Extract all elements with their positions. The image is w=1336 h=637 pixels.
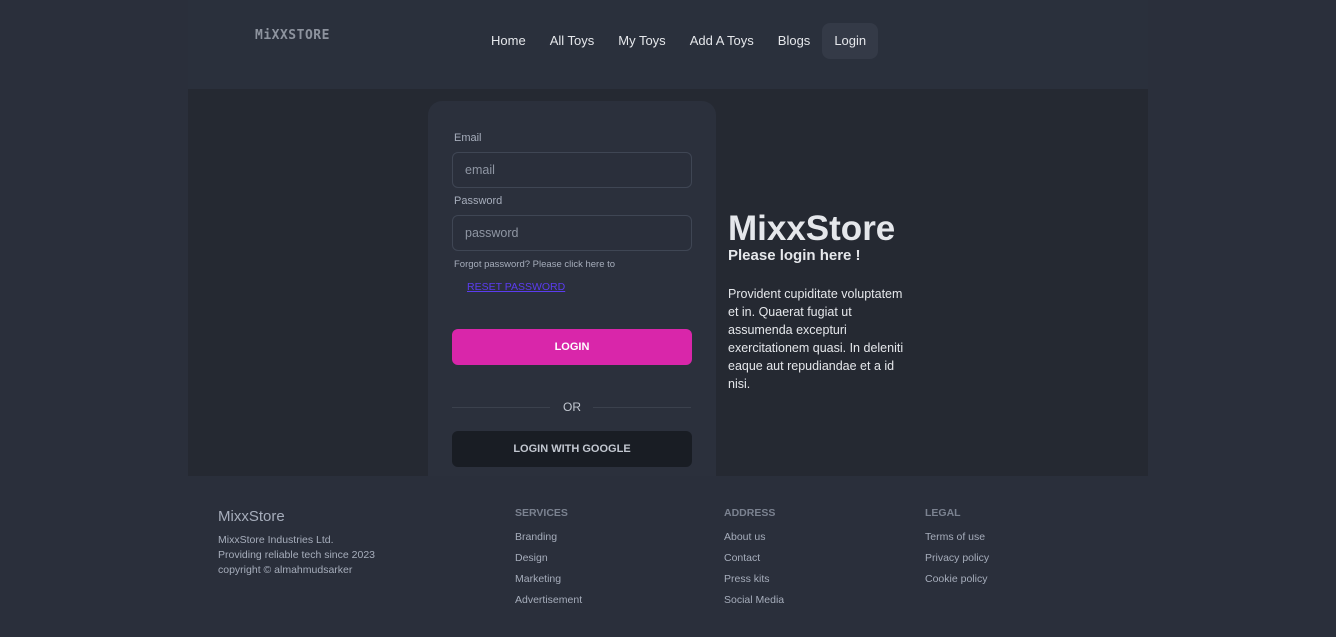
nav-item-login[interactable]: Login (822, 23, 879, 59)
footer-column-title: LEGAL (925, 507, 961, 519)
footer-column-legal: LEGAL Terms of use Privacy policy Cookie… (925, 507, 989, 594)
footer-link-press-kits[interactable]: Press kits (724, 573, 784, 594)
hero-title: MixxStore (728, 209, 896, 248)
footer-link-cookie[interactable]: Cookie policy (925, 573, 989, 594)
hero-section: Email Password Forgot password? Please c… (188, 89, 1148, 476)
footer-link-terms[interactable]: Terms of use (925, 531, 989, 552)
login-button[interactable]: LOGIN (452, 329, 692, 365)
hero-description: Provident cupiditate voluptatem et in. Q… (728, 287, 904, 391)
footer-copyright: copyright © almahmudsarker (218, 564, 353, 576)
site-logo[interactable]: MiXXSTORE (255, 28, 330, 44)
footer-column-address: ADDRESS About us Contact Press kits Soci… (724, 507, 784, 615)
password-input[interactable] (452, 215, 692, 251)
footer-link-privacy[interactable]: Privacy policy (925, 552, 989, 573)
footer-brand-line: Providing reliable tech since 2023 (218, 549, 376, 561)
footer-link-design[interactable]: Design (515, 552, 582, 573)
or-divider-text: OR (563, 400, 581, 414)
footer-link-marketing[interactable]: Marketing (515, 573, 582, 594)
nav-item-add-toys[interactable]: Add A Toys (678, 23, 766, 59)
nav-item-blogs[interactable]: Blogs (766, 23, 823, 59)
divider-right (593, 407, 691, 408)
footer-column-title: SERVICES (515, 507, 568, 519)
navbar: MiXXSTORE Home All Toys My Toys Add A To… (188, 0, 1148, 89)
nav-item-my-toys[interactable]: My Toys (606, 23, 677, 59)
footer-brand: MixxStore (218, 508, 285, 525)
divider-left (452, 407, 550, 408)
reset-password-link[interactable]: RESET PASSWORD (467, 281, 565, 293)
google-login-button[interactable]: LOGIN WITH GOOGLE (452, 431, 692, 467)
footer-column-title: ADDRESS (724, 507, 776, 519)
login-card: Email Password Forgot password? Please c… (428, 101, 716, 476)
nav-item-home[interactable]: Home (479, 23, 538, 59)
footer-link-advertisement[interactable]: Advertisement (515, 594, 582, 615)
footer-link-about-us[interactable]: About us (724, 531, 784, 552)
footer: MixxStore MixxStore Industries Ltd. Prov… (188, 476, 1148, 637)
forgot-password-text: Forgot password? Please click here to (454, 259, 616, 270)
footer-link-contact[interactable]: Contact (724, 552, 784, 573)
footer-brand-line: MixxStore Industries Ltd. (218, 534, 334, 546)
email-input[interactable] (452, 152, 692, 188)
footer-link-branding[interactable]: Branding (515, 531, 582, 552)
password-label: Password (454, 195, 503, 207)
footer-link-social-media[interactable]: Social Media (724, 594, 784, 615)
footer-column-services: SERVICES Branding Design Marketing Adver… (515, 507, 582, 615)
nav-item-all-toys[interactable]: All Toys (538, 23, 607, 59)
hero-subtitle: Please login here ! (728, 247, 861, 264)
nav-menu: Home All Toys My Toys Add A Toys Blogs L… (479, 23, 879, 59)
email-label: Email (454, 132, 482, 144)
